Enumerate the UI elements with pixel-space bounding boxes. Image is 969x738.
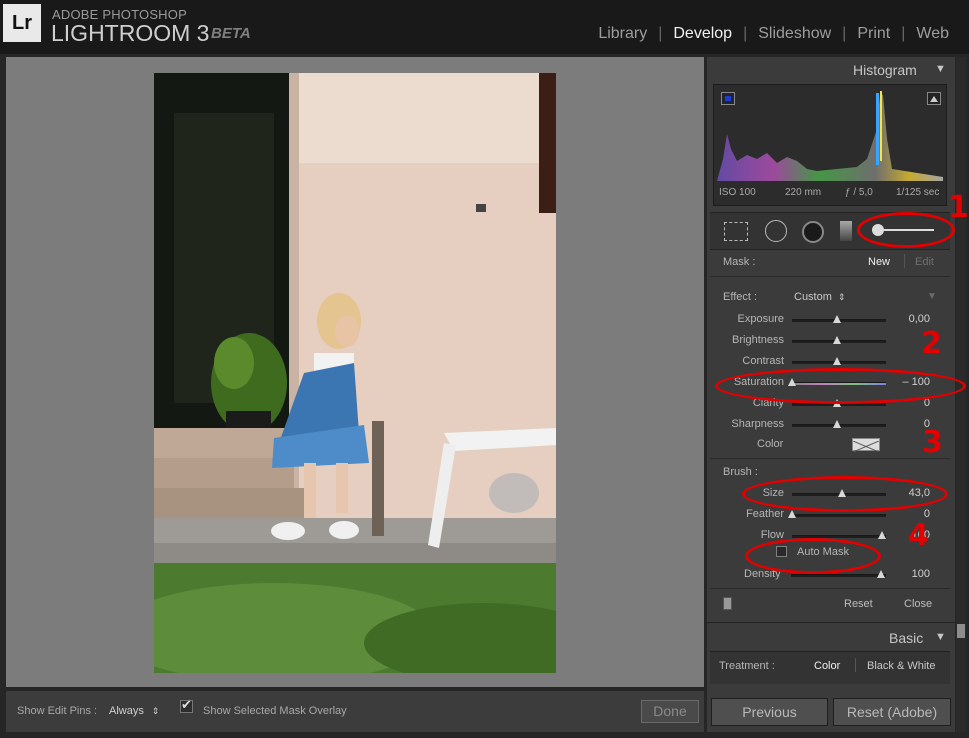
up-down-arrows-icon: ⇕ [151, 706, 160, 716]
histogram-graph [717, 91, 943, 181]
effect-label: Effect : [723, 291, 758, 303]
show-edit-pins-value: Always [109, 705, 144, 717]
mask-new-button[interactable]: New [868, 256, 890, 268]
graduated-filter-icon[interactable] [840, 221, 852, 241]
annotation-circle-2 [715, 368, 966, 404]
divider [710, 276, 950, 277]
annotation-circle-1 [857, 212, 955, 248]
histogram-panel[interactable]: ISO 100 220 mm ƒ / 5,0 1/125 sec [713, 84, 947, 206]
show-edit-pins-label: Show Edit Pins : [17, 705, 98, 717]
photo-preview[interactable] [154, 73, 556, 673]
brush-label: Brush : [723, 466, 758, 478]
color-swatch[interactable] [852, 438, 880, 453]
sharpness-label: Sharpness [731, 418, 784, 430]
module-library[interactable]: Library [598, 25, 647, 43]
divider [710, 458, 950, 459]
brand-beta: BETA [211, 25, 251, 42]
effect-preset-value: Custom [794, 291, 832, 303]
exposure-slider-thumb[interactable] [833, 315, 841, 323]
collapse-triangle-icon[interactable]: ▼ [935, 63, 946, 75]
color-label: Color [757, 438, 784, 450]
module-print[interactable]: Print [857, 25, 890, 43]
crop-overlay-icon[interactable] [724, 222, 748, 241]
brush-reset-button[interactable]: Reset [844, 598, 873, 610]
basic-panel-title[interactable]: Basic [889, 630, 923, 646]
brand-line2: LIGHTROOM 3 [51, 20, 210, 46]
collapse-triangle-icon[interactable]: ▼ [927, 291, 937, 302]
treatment-label: Treatment : [719, 660, 775, 672]
divider [707, 622, 955, 623]
up-down-arrows-icon: ⇕ [837, 292, 846, 302]
annotation-number-1: 1 [948, 190, 969, 225]
brightness-slider-thumb[interactable] [833, 336, 841, 344]
density-slider-track[interactable] [791, 574, 886, 577]
previous-button[interactable]: Previous [711, 698, 828, 726]
module-separator: | [658, 25, 663, 42]
divider [904, 254, 905, 268]
module-separator: | [842, 25, 847, 42]
reset-adobe-button[interactable]: Reset (Adobe) [833, 698, 951, 726]
collapse-triangle-icon[interactable]: ▼ [935, 631, 946, 643]
annotation-number-2: 2 [921, 326, 942, 361]
done-button[interactable]: Done [641, 700, 699, 723]
exposure-label: Exposure [737, 313, 784, 325]
treatment-color-button[interactable]: Color [814, 660, 840, 672]
spot-removal-icon[interactable] [765, 220, 787, 242]
scrollbar-thumb[interactable] [957, 624, 965, 638]
no-color-icon [852, 440, 880, 453]
annotation-circle-3 [742, 476, 948, 512]
module-separator: | [743, 25, 748, 42]
sharpness-slider-thumb[interactable] [833, 420, 841, 428]
density-value[interactable]: 100 [890, 568, 930, 580]
histogram-focal: 220 mm [785, 187, 822, 198]
divider [710, 588, 950, 589]
bottom-toolbar: Show Edit Pins : Always ⇕ ✔ Show Selecte… [6, 691, 704, 732]
girl-photo [154, 73, 556, 673]
module-web[interactable]: Web [916, 25, 949, 43]
module-separator: | [901, 25, 906, 42]
feather-slider-track[interactable] [792, 514, 886, 517]
histogram-shutter: 1/125 sec [896, 187, 940, 198]
annotation-circle-4 [745, 538, 881, 574]
mask-edit-button[interactable]: Edit [915, 256, 934, 268]
mask-overlay-label: Show Selected Mask Overlay [203, 705, 347, 717]
divider [855, 658, 856, 672]
module-picker: Library | Develop | Slideshow | Print | … [598, 25, 949, 43]
effect-preset-dropdown[interactable]: Custom ⇕ [794, 291, 846, 303]
contrast-label: Contrast [742, 355, 784, 367]
mask-overlay-checkbox[interactable]: ✔ [180, 697, 193, 713]
contrast-slider-thumb[interactable] [833, 357, 841, 365]
annotation-number-3: 3 [922, 425, 943, 460]
module-slideshow[interactable]: Slideshow [758, 25, 831, 43]
density-slider-thumb[interactable] [877, 570, 885, 578]
exposure-value[interactable]: 0,00 [890, 313, 930, 325]
red-eye-icon[interactable] [802, 221, 824, 243]
lightroom-logo: Lr [3, 4, 41, 42]
mask-toggle-switch[interactable] [723, 597, 732, 610]
histogram-iso: ISO 100 [719, 187, 756, 198]
flow-label: Flow [760, 529, 784, 541]
treatment-bw-button[interactable]: Black & White [867, 660, 935, 672]
checkmark-icon: ✔ [181, 697, 192, 712]
flow-slider-thumb[interactable] [878, 531, 886, 539]
brush-close-button[interactable]: Close [904, 598, 932, 610]
histogram-aperture: ƒ / 5,0 [845, 187, 873, 198]
brightness-label: Brightness [732, 334, 784, 346]
histogram-title[interactable]: Histogram [853, 62, 917, 78]
module-develop[interactable]: Develop [673, 25, 732, 43]
show-edit-pins-dropdown[interactable]: Always ⇕ [109, 705, 159, 717]
feather-slider-thumb[interactable] [788, 510, 796, 518]
mask-label: Mask : [723, 256, 756, 268]
annotation-number-4: 4 [908, 518, 929, 553]
feather-label: Feather [746, 508, 784, 520]
